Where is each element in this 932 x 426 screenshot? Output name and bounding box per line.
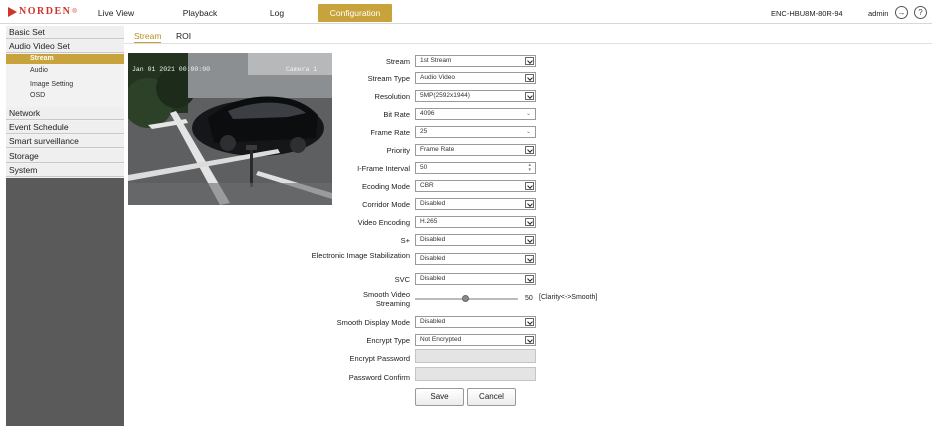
- sidebar-audio-video-set[interactable]: Audio Video Set: [6, 40, 124, 53]
- chevron-down-icon[interactable]: ⌄: [526, 109, 531, 119]
- select-encoding-mode[interactable]: CBR: [415, 180, 536, 192]
- value-stream: 1st Stream: [420, 57, 452, 64]
- top-bar: NORDEN ® Live View Playback Log Configur…: [0, 0, 932, 24]
- label-corridor-mode: Corridor Mode: [362, 200, 410, 209]
- sidebar-item-osd[interactable]: OSD: [6, 91, 124, 101]
- select-video-encoding[interactable]: H.265: [415, 216, 536, 228]
- label-svc: SVC: [394, 275, 410, 284]
- dropdown-arrow-icon[interactable]: [525, 74, 534, 82]
- label-smooth-display-mode: Smooth Display Mode: [336, 318, 410, 327]
- help-icon[interactable]: ?: [914, 6, 927, 19]
- sidebar-item-image-setting[interactable]: Image Setting: [6, 80, 124, 90]
- current-user: admin: [868, 9, 889, 18]
- nav-playback[interactable]: Playback: [176, 4, 224, 22]
- value-stream-type: Audio Video: [420, 74, 455, 81]
- label-bit-rate: Bit Rate: [383, 110, 410, 119]
- logo-arrow-icon: [8, 6, 17, 17]
- label-encoding-mode: Ecoding Mode: [362, 182, 410, 191]
- label-encrypt-type: Encrypt Type: [366, 336, 410, 345]
- value-video-encoding: H.265: [420, 218, 438, 225]
- device-model: ENC-HBU8M-80R-94: [771, 9, 843, 18]
- label-eis: Electronic Image Stabilization: [311, 251, 410, 260]
- dropdown-arrow-icon[interactable]: [525, 92, 534, 100]
- select-s-plus[interactable]: Disabled: [415, 234, 536, 246]
- value-resolution: 5MP(2592x1944): [420, 92, 470, 99]
- combo-bit-rate[interactable]: 4096 ⌄: [415, 108, 536, 120]
- label-password-confirm: Password Confirm: [348, 373, 410, 382]
- dropdown-arrow-icon[interactable]: [525, 275, 534, 283]
- dropdown-arrow-icon[interactable]: [525, 318, 534, 326]
- select-smooth-display-mode[interactable]: Disabled: [415, 316, 536, 328]
- sidebar-event-schedule[interactable]: Event Schedule: [6, 121, 124, 134]
- input-password-confirm[interactable]: [415, 367, 536, 381]
- nav-live-view[interactable]: Live View: [92, 4, 140, 22]
- sidebar-storage[interactable]: Storage: [6, 150, 124, 163]
- value-priority: Frame Rate: [420, 146, 455, 153]
- sidebar-system[interactable]: System: [6, 164, 124, 177]
- value-bit-rate: 4096: [420, 110, 435, 117]
- select-encrypt-type[interactable]: Not Encrypted: [415, 334, 536, 346]
- spinner-arrows-icon[interactable]: ▲ ▼: [528, 162, 532, 172]
- label-stream: Stream: [385, 57, 410, 66]
- sidebar: Basic Set Audio Video Set Stream Audio I…: [6, 26, 124, 426]
- dropdown-arrow-icon[interactable]: [525, 200, 534, 208]
- osd-timestamp: Jan 01 2021 00:00:00: [132, 66, 211, 73]
- label-frame-rate: Frame Rate: [370, 128, 410, 137]
- value-frame-rate: 25: [420, 128, 428, 135]
- tab-roi[interactable]: ROI: [176, 31, 191, 41]
- value-eis: Disabled: [420, 255, 446, 262]
- dropdown-arrow-icon[interactable]: [525, 255, 534, 263]
- dropdown-arrow-icon[interactable]: [525, 218, 534, 226]
- value-iframe-interval: 50: [420, 164, 428, 171]
- chevron-down-icon[interactable]: ⌄: [526, 127, 531, 137]
- value-corridor-mode: Disabled: [420, 200, 446, 207]
- label-stream-type: Stream Type: [367, 74, 410, 83]
- label-encrypt-password: Encrypt Password: [349, 354, 410, 363]
- slider-handle[interactable]: [462, 295, 469, 302]
- select-stream-type[interactable]: Audio Video: [415, 72, 536, 84]
- select-corridor-mode[interactable]: Disabled: [415, 198, 536, 210]
- sidebar-basic-set[interactable]: Basic Set: [6, 26, 124, 39]
- label-video-encoding: Video Encoding: [357, 218, 410, 227]
- label-resolution: Resolution: [374, 92, 410, 101]
- select-svc[interactable]: Disabled: [415, 273, 536, 285]
- combo-frame-rate[interactable]: 25 ⌄: [415, 126, 536, 138]
- dropdown-arrow-icon[interactable]: [525, 182, 534, 190]
- dropdown-arrow-icon[interactable]: [525, 146, 534, 154]
- value-encrypt-type: Not Encrypted: [420, 336, 462, 343]
- value-encoding-mode: CBR: [420, 182, 434, 189]
- label-smooth-streaming: Smooth Video Streaming: [363, 290, 410, 308]
- dropdown-arrow-icon[interactable]: [525, 57, 534, 65]
- sidebar-smart-surveillance[interactable]: Smart surveillance: [6, 135, 124, 148]
- brand-name: NORDEN: [19, 6, 72, 17]
- sidebar-network[interactable]: Network: [6, 107, 124, 120]
- nav-log[interactable]: Log: [262, 4, 292, 22]
- label-iframe-interval: I-Frame Interval: [357, 164, 410, 173]
- save-button[interactable]: Save: [415, 388, 464, 406]
- select-resolution[interactable]: 5MP(2592x1944): [415, 90, 536, 102]
- dropdown-arrow-icon[interactable]: [525, 336, 534, 344]
- value-s-plus: Disabled: [420, 236, 446, 243]
- nav-configuration[interactable]: Configuration: [318, 4, 392, 22]
- brand-logo: NORDEN ®: [8, 6, 77, 17]
- dropdown-arrow-icon[interactable]: [525, 236, 534, 244]
- cancel-button[interactable]: Cancel: [467, 388, 516, 406]
- select-eis[interactable]: Disabled: [415, 253, 536, 265]
- brand-registered-mark: ®: [72, 8, 77, 15]
- sidebar-item-stream[interactable]: Stream: [6, 54, 124, 64]
- input-encrypt-password[interactable]: [415, 349, 536, 363]
- value-svc: Disabled: [420, 275, 446, 282]
- spin-iframe-interval[interactable]: 50 ▲ ▼: [415, 162, 536, 174]
- select-priority[interactable]: Frame Rate: [415, 144, 536, 156]
- label-s-plus: S+: [400, 236, 410, 245]
- osd-camera-name: Camera 1: [286, 66, 318, 73]
- value-smooth-display-mode: Disabled: [420, 318, 446, 325]
- select-stream[interactable]: 1st Stream: [415, 55, 536, 67]
- sidebar-item-audio[interactable]: Audio: [6, 66, 124, 76]
- tabs-divider: [124, 43, 932, 44]
- smooth-streaming-hint: [Clarity<->Smooth]: [539, 294, 598, 301]
- logout-icon[interactable]: →: [895, 6, 908, 19]
- smooth-streaming-value: 50: [525, 295, 533, 302]
- label-priority: Priority: [386, 146, 410, 155]
